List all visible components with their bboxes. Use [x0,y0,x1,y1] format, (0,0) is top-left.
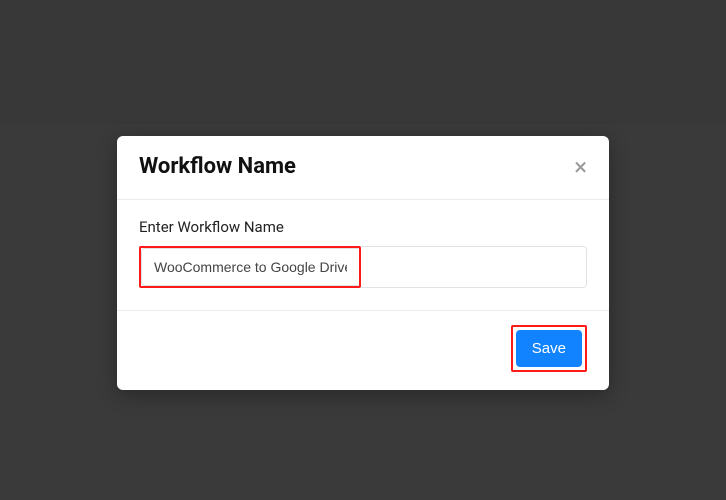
save-highlight: Save [511,325,587,372]
modal-footer: Save [117,311,609,390]
modal-header: Workflow Name × [117,136,609,200]
workflow-name-label: Enter Workflow Name [139,218,587,236]
close-icon[interactable]: × [574,155,587,179]
workflow-name-modal: Workflow Name × Enter Workflow Name Save [117,136,609,390]
workflow-name-input[interactable] [141,248,359,286]
workflow-name-input-extent[interactable] [361,246,587,288]
modal-title: Workflow Name [139,154,296,179]
input-highlight [139,246,361,288]
workflow-name-input-row [139,246,587,288]
save-button[interactable]: Save [516,330,582,367]
modal-body: Enter Workflow Name [117,200,609,311]
page-top-band [0,0,726,124]
